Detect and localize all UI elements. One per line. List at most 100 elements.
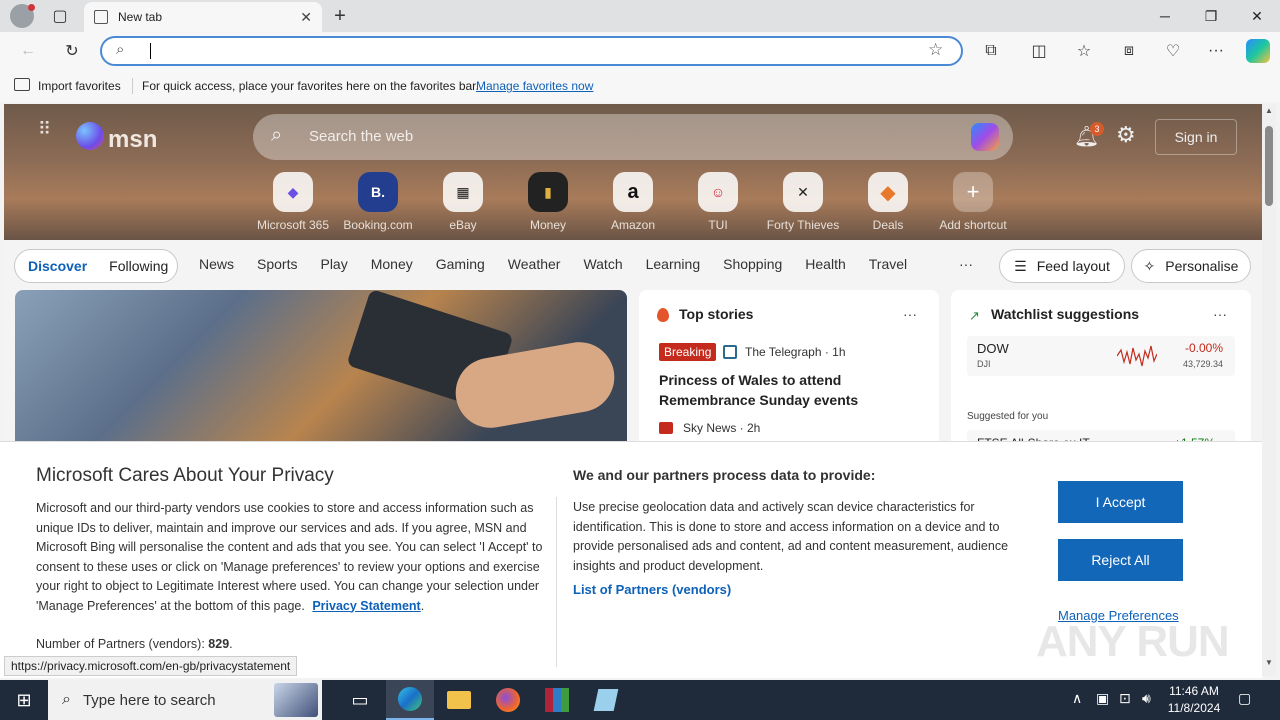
shortcut-label: Booking.com	[343, 218, 413, 232]
copilot-icon[interactable]	[1246, 39, 1270, 63]
minimize-icon[interactable]: ─	[1142, 0, 1188, 32]
consent-right-body: Use precise geolocation data and activel…	[573, 500, 1009, 573]
shortcut-microsoft-365[interactable]: ◆ Microsoft 365	[253, 172, 333, 232]
scroll-up-icon[interactable]: ▲	[1265, 106, 1273, 115]
back-icon[interactable]: ←	[16, 39, 40, 63]
favorite-star-icon[interactable]: ☆	[928, 40, 943, 60]
import-favorites-icon[interactable]	[14, 78, 30, 91]
shortcut-label: Microsoft 365	[256, 218, 330, 232]
search-icon: ⌕	[271, 124, 283, 146]
restore-icon[interactable]: ❐	[1188, 0, 1234, 32]
notepad-icon[interactable]	[582, 680, 630, 720]
close-window-icon[interactable]: ✕	[1234, 0, 1280, 32]
favorites-icon[interactable]: ☆	[1072, 39, 1096, 63]
story-headline[interactable]: Princess of Wales to attend Remembrance …	[659, 370, 879, 410]
tab-following[interactable]: Following	[109, 258, 168, 274]
nav-sports[interactable]: Sports	[257, 256, 297, 272]
watchlist-more-icon[interactable]: ···	[1213, 306, 1227, 322]
edge-taskbar-icon[interactable]	[386, 680, 434, 720]
nav-learning[interactable]: Learning	[646, 256, 701, 272]
msn-logo-icon	[76, 122, 104, 150]
nav-gaming[interactable]: Gaming	[436, 256, 485, 272]
clock[interactable]: 11:46 AM 11/8/2024	[1164, 683, 1224, 717]
nav-health[interactable]: Health	[805, 256, 845, 272]
nav-more-icon[interactable]: ···	[959, 256, 973, 272]
flame-icon	[657, 308, 669, 322]
scroll-thumb[interactable]	[1265, 126, 1273, 206]
shortcut-deals[interactable]: ◆ Deals	[848, 172, 928, 232]
collections-icon[interactable]: ⧈	[1117, 39, 1141, 63]
consent-body-text: Microsoft and our third-party vendors us…	[36, 501, 543, 613]
volume-icon[interactable]: 🔊︎	[1142, 690, 1151, 707]
copilot-icon[interactable]	[971, 123, 999, 151]
tray-device-icon[interactable]: ▣	[1096, 690, 1109, 707]
nav-money[interactable]: Money	[371, 256, 413, 272]
forty-thieves-icon: ✕	[783, 172, 823, 212]
feed-layout-button[interactable]: ☰ Feed layout	[999, 249, 1125, 283]
accept-button[interactable]: I Accept	[1058, 481, 1183, 523]
sign-in-button[interactable]: Sign in	[1155, 119, 1237, 155]
nav-play[interactable]: Play	[320, 256, 347, 272]
partners-count-line: Number of Partners (vendors): 829.	[36, 637, 233, 651]
scroll-down-icon[interactable]: ▼	[1265, 658, 1273, 667]
notifications-icon[interactable]: ▢	[1238, 690, 1251, 707]
shortcut-add[interactable]: + Add shortcut	[933, 172, 1013, 232]
tab-actions-icon[interactable]: ▢	[48, 4, 72, 28]
list-of-partners-link[interactable]: List of Partners (vendors)	[573, 582, 731, 597]
shortcut-money[interactable]: ▮ Money	[508, 172, 588, 232]
nav-items: News Sports Play Money Gaming Weather Wa…	[199, 256, 907, 272]
file-explorer-icon[interactable]	[435, 680, 483, 720]
network-icon[interactable]: ⊡	[1119, 690, 1131, 707]
shortcut-label: Forty Thieves	[766, 218, 840, 232]
app-launcher-icon[interactable]: ⠿	[38, 120, 52, 138]
privacy-statement-link[interactable]: Privacy Statement	[312, 599, 420, 613]
hero-news-image[interactable]	[15, 290, 627, 450]
stock-value: 43,729.34	[1182, 359, 1223, 369]
taskbar-search[interactable]: ⌕ Type here to search	[48, 680, 322, 720]
nav-news[interactable]: News	[199, 256, 234, 272]
msn-search-box[interactable]: ⌕ Search the web	[253, 114, 1013, 160]
new-tab-icon[interactable]: +	[328, 4, 352, 28]
start-windows-icon[interactable]: ⊞	[0, 680, 48, 720]
nav-travel[interactable]: Travel	[869, 256, 907, 272]
address-bar[interactable]: ⌕ ☆	[100, 36, 963, 66]
split-screen-icon[interactable]: ◫	[1027, 39, 1051, 63]
winrar-icon[interactable]	[533, 680, 581, 720]
nav-weather[interactable]: Weather	[508, 256, 561, 272]
watchlist-row[interactable]: DOW DJI -0.00% 43,729.34	[967, 336, 1235, 376]
reject-all-button[interactable]: Reject All	[1058, 539, 1183, 581]
firefox-icon[interactable]	[484, 680, 532, 720]
shortcut-ebay[interactable]: ▦ eBay	[423, 172, 503, 232]
settings-gear-icon[interactable]: ⚙	[1116, 122, 1136, 148]
tab-title: New tab	[118, 10, 163, 24]
extensions-icon[interactable]: ⧉	[979, 39, 1003, 63]
manage-favorites-link[interactable]: Manage favorites now	[476, 79, 593, 93]
more-menu-icon[interactable]: ···	[1204, 39, 1228, 63]
performance-icon[interactable]: ♡	[1161, 39, 1185, 63]
close-tab-icon[interactable]: ✕	[300, 9, 312, 26]
shortcut-booking[interactable]: B. Booking.com	[338, 172, 418, 232]
personalise-button[interactable]: ✧ Personalise	[1131, 249, 1251, 283]
msn-brand[interactable]: msn	[108, 126, 157, 154]
tab-discover[interactable]: Discover	[28, 258, 87, 274]
task-view-icon[interactable]: ▭	[336, 680, 384, 720]
import-favorites-button[interactable]: Import favorites	[38, 79, 121, 93]
top-stories-more-icon[interactable]: ···	[903, 306, 917, 322]
shortcut-forty-thieves[interactable]: ✕ Forty Thieves	[763, 172, 843, 232]
nav-watch[interactable]: Watch	[583, 256, 622, 272]
page-scrollbar[interactable]: ▲ ▼	[1262, 104, 1276, 676]
shortcut-tui[interactable]: ☺ TUI	[678, 172, 758, 232]
add-shortcut-icon: +	[953, 172, 993, 212]
nav-shopping[interactable]: Shopping	[723, 256, 782, 272]
consent-period: .	[420, 598, 425, 613]
msn-search-placeholder: Search the web	[309, 128, 414, 145]
tab-new-tab[interactable]: New tab ✕	[84, 2, 322, 32]
tab-page-icon	[94, 10, 108, 24]
refresh-icon[interactable]: ↻	[60, 39, 84, 63]
sparkline-icon	[1117, 345, 1157, 367]
feed-layout-label: Feed layout	[1036, 258, 1110, 274]
favorites-hint: For quick access, place your favorites h…	[142, 79, 479, 93]
sky-news-logo-icon	[659, 422, 673, 434]
tray-chevron-icon[interactable]: ∧	[1072, 690, 1082, 707]
shortcut-amazon[interactable]: a Amazon	[593, 172, 673, 232]
